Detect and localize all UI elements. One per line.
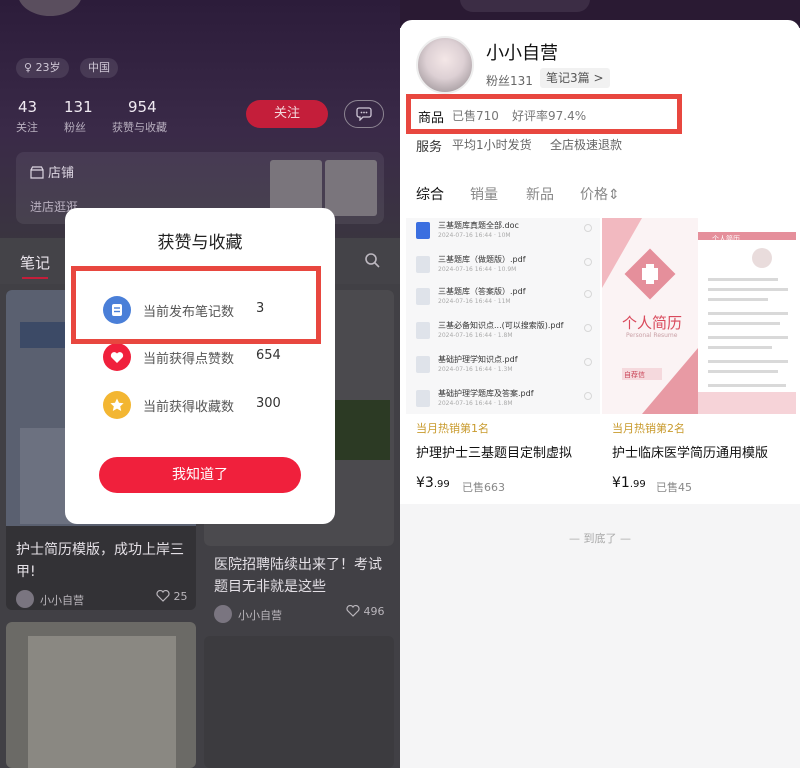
store-title: 店铺 <box>30 162 74 181</box>
note-author: 小小自营 <box>238 609 282 622</box>
product-image: 三基题库真题全部.doc 2024-07-16 16:44 · 10M 三基题库… <box>406 218 600 414</box>
region-tag: 中国 <box>80 58 118 78</box>
note-likes[interactable]: 496 <box>346 604 385 618</box>
pdf-file-icon <box>416 356 430 373</box>
chat-icon <box>356 107 372 122</box>
follow-button[interactable]: 关注 <box>246 100 328 128</box>
document-thumbnail <box>28 636 176 768</box>
note-author: 小小自营 <box>40 594 84 607</box>
star-icon <box>103 391 131 419</box>
following-count[interactable]: 43 <box>18 98 37 116</box>
resume-cover-subtitle: Personal Resume <box>626 332 678 339</box>
left-profile-screen: ♀ 23岁 中国 43 关注 131 粉丝 954 获赞与收藏 关注 店铺 进店… <box>0 0 400 768</box>
product-sold: 已售663 <box>462 481 505 494</box>
shop-name: 小小自营 <box>486 43 558 64</box>
product-price: ¥1.99 <box>612 475 646 491</box>
highlight-box <box>71 266 321 344</box>
right-shop-screen: 小小自营 粉丝131 笔记3篇 > 商品 已售710 好评率97.4% 服务 平… <box>400 0 800 768</box>
note-likes[interactable]: 25 <box>156 589 188 603</box>
product-sold: 已售45 <box>656 481 692 494</box>
note-title[interactable]: 护士简历模版，成功上岸三甲! <box>16 539 186 583</box>
pdf-file-icon <box>416 288 430 305</box>
pdf-file-icon <box>416 390 430 407</box>
store-thumbnail[interactable] <box>325 160 377 216</box>
heart-outline-icon <box>156 589 170 602</box>
collects-label: 当前获得收藏数 <box>143 400 235 415</box>
tab-new[interactable]: 新品 <box>526 184 554 204</box>
product-price: ¥3.99 <box>416 475 450 491</box>
dialog-title: 获赞与收藏 <box>157 233 243 253</box>
likes-label: 当前获得点赞数 <box>143 352 235 367</box>
fans-label: 粉丝 <box>64 121 86 134</box>
following-label: 关注 <box>16 121 38 134</box>
end-of-list: — 到底了 — <box>569 532 631 545</box>
service-label: 服务 <box>416 140 443 155</box>
pdf-file-icon <box>416 322 430 339</box>
store-icon <box>30 166 44 179</box>
resume-cover-title: 个人简历 <box>622 314 683 332</box>
likes-collects-count[interactable]: 954 <box>128 98 157 116</box>
resume-letter-text: 自荐信 <box>624 371 645 379</box>
heart-outline-icon <box>346 604 360 617</box>
product-title[interactable]: 护理护士三基题目定制虚拟 <box>416 442 572 461</box>
shop-avatar[interactable] <box>416 36 474 94</box>
heart-icon <box>103 343 131 371</box>
tab-underline <box>22 277 48 279</box>
author-avatar <box>16 590 34 608</box>
tab-notes[interactable]: 笔记 <box>20 252 50 273</box>
note-title[interactable]: 医院招聘陆续出来了！考试题目无非就是这些 <box>214 554 390 598</box>
hot-rank-badge: 当月热销第2名 <box>612 422 685 435</box>
tab-overall[interactable]: 综合 <box>416 184 444 204</box>
top-pill <box>460 0 590 12</box>
fans-count[interactable]: 131 <box>64 98 93 116</box>
cover-overlay-text <box>334 400 390 460</box>
pdf-file-icon <box>416 256 430 273</box>
service-refund: 全店极速退款 <box>550 138 623 152</box>
note-card[interactable] <box>6 622 196 768</box>
likes-count: 654 <box>256 348 281 363</box>
tab-price[interactable]: 价格⇕ <box>580 184 620 204</box>
age-tag: ♀ 23岁 <box>16 58 69 78</box>
collects-count: 300 <box>256 396 281 411</box>
likes-collects-label: 获赞与收藏 <box>112 121 167 134</box>
got-it-button[interactable]: 我知道了 <box>99 457 301 493</box>
hot-rank-badge: 当月热销第1名 <box>416 422 489 435</box>
service-shipping: 平均1小时发货 <box>452 138 532 152</box>
product-image: 个人简历 Personal Resume 个人简历 自荐信 <box>602 218 796 414</box>
highlight-box <box>406 94 682 134</box>
product-title[interactable]: 护士临床医学简历通用模版 <box>612 442 768 461</box>
shop-notes-link[interactable]: 笔记3篇 > <box>540 68 610 88</box>
shop-fans: 粉丝131 <box>486 74 533 88</box>
tab-sales[interactable]: 销量 <box>470 184 498 204</box>
word-file-icon <box>416 222 430 239</box>
author-avatar <box>214 605 232 623</box>
message-button[interactable] <box>344 100 384 128</box>
search-icon[interactable] <box>364 252 380 268</box>
note-card[interactable] <box>204 636 394 768</box>
resume-header-text: 个人简历 <box>712 235 740 243</box>
